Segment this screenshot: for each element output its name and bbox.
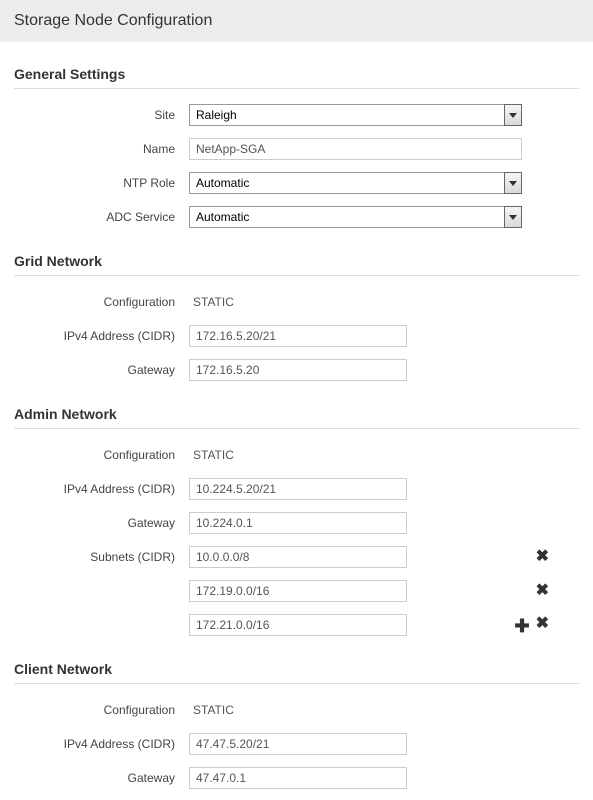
label-name: Name: [14, 142, 189, 156]
row-admin-subnet-1: ✖: [14, 579, 579, 603]
control-cell: ✚ ✖: [189, 614, 579, 636]
label-ntp: NTP Role: [14, 176, 189, 190]
admin-subnet-input[interactable]: [189, 580, 407, 602]
section-title-client: Client Network: [14, 661, 579, 677]
control-cell: STATIC: [189, 295, 579, 309]
adc-select-wrap: [189, 206, 522, 228]
client-gateway-input[interactable]: [189, 767, 407, 789]
section-rule: [14, 275, 579, 276]
label-admin-subnets: Subnets (CIDR): [14, 550, 189, 564]
header-bar: Storage Node Configuration: [0, 0, 593, 42]
row-client-config: Configuration STATIC: [14, 698, 579, 722]
admin-subnet-input[interactable]: [189, 614, 407, 636]
label-admin-gateway: Gateway: [14, 516, 189, 530]
control-cell: [189, 733, 579, 755]
remove-icon[interactable]: ✖: [536, 549, 549, 565]
control-cell: [189, 767, 579, 789]
control-cell: [189, 359, 579, 381]
label-grid-ipv4: IPv4 Address (CIDR): [14, 329, 189, 343]
section-rule: [14, 428, 579, 429]
control-cell: [189, 172, 579, 194]
label-client-config: Configuration: [14, 703, 189, 717]
ntp-select-wrap: [189, 172, 522, 194]
grid-config-value: STATIC: [189, 295, 234, 309]
site-select-wrap: [189, 104, 522, 126]
control-cell: [189, 325, 579, 347]
control-cell: ✖: [189, 580, 579, 602]
row-grid-ipv4: IPv4 Address (CIDR): [14, 324, 579, 348]
control-cell: [189, 206, 579, 228]
row-admin-subnet-0: Subnets (CIDR) ✖: [14, 545, 579, 569]
row-admin-config: Configuration STATIC: [14, 443, 579, 467]
section-title-admin: Admin Network: [14, 406, 579, 422]
row-grid-config: Configuration STATIC: [14, 290, 579, 314]
remove-icon[interactable]: ✖: [536, 583, 549, 599]
section-title-grid: Grid Network: [14, 253, 579, 269]
control-cell: [189, 138, 579, 160]
label-grid-config: Configuration: [14, 295, 189, 309]
client-ipv4-input[interactable]: [189, 733, 407, 755]
admin-ipv4-input[interactable]: [189, 478, 407, 500]
control-cell: STATIC: [189, 703, 579, 717]
row-name: Name: [14, 137, 579, 161]
ntp-select[interactable]: [189, 172, 522, 194]
row-ntp: NTP Role: [14, 171, 579, 195]
label-adc: ADC Service: [14, 210, 189, 224]
label-admin-ipv4: IPv4 Address (CIDR): [14, 482, 189, 496]
grid-gateway-input[interactable]: [189, 359, 407, 381]
row-actions: ✖: [536, 549, 549, 565]
adc-select[interactable]: [189, 206, 522, 228]
row-site: Site: [14, 103, 579, 127]
content: General Settings Site Name NTP Role ADC …: [0, 66, 593, 790]
remove-icon[interactable]: ✖: [536, 616, 549, 634]
control-cell: [189, 512, 579, 534]
control-cell: [189, 478, 579, 500]
control-cell: [189, 104, 579, 126]
label-client-ipv4: IPv4 Address (CIDR): [14, 737, 189, 751]
admin-gateway-input[interactable]: [189, 512, 407, 534]
site-select[interactable]: [189, 104, 522, 126]
section-title-general: General Settings: [14, 66, 579, 82]
row-actions: ✖: [536, 583, 549, 599]
page-title: Storage Node Configuration: [14, 12, 579, 30]
row-admin-gateway: Gateway: [14, 511, 579, 535]
row-actions: ✚ ✖: [515, 616, 550, 634]
control-cell: ✖: [189, 546, 579, 568]
label-client-gateway: Gateway: [14, 771, 189, 785]
section-rule: [14, 88, 579, 89]
row-adc: ADC Service: [14, 205, 579, 229]
row-client-gateway: Gateway: [14, 766, 579, 790]
label-admin-config: Configuration: [14, 448, 189, 462]
admin-config-value: STATIC: [189, 448, 234, 462]
control-cell: STATIC: [189, 448, 579, 462]
section-rule: [14, 683, 579, 684]
admin-subnet-input[interactable]: [189, 546, 407, 568]
row-admin-subnet-2: ✚ ✖: [14, 613, 579, 637]
label-grid-gateway: Gateway: [14, 363, 189, 377]
client-config-value: STATIC: [189, 703, 234, 717]
grid-ipv4-input[interactable]: [189, 325, 407, 347]
label-site: Site: [14, 108, 189, 122]
add-icon[interactable]: ✚: [515, 617, 530, 635]
row-grid-gateway: Gateway: [14, 358, 579, 382]
row-admin-ipv4: IPv4 Address (CIDR): [14, 477, 579, 501]
row-client-ipv4: IPv4 Address (CIDR): [14, 732, 579, 756]
name-input[interactable]: [189, 138, 522, 160]
